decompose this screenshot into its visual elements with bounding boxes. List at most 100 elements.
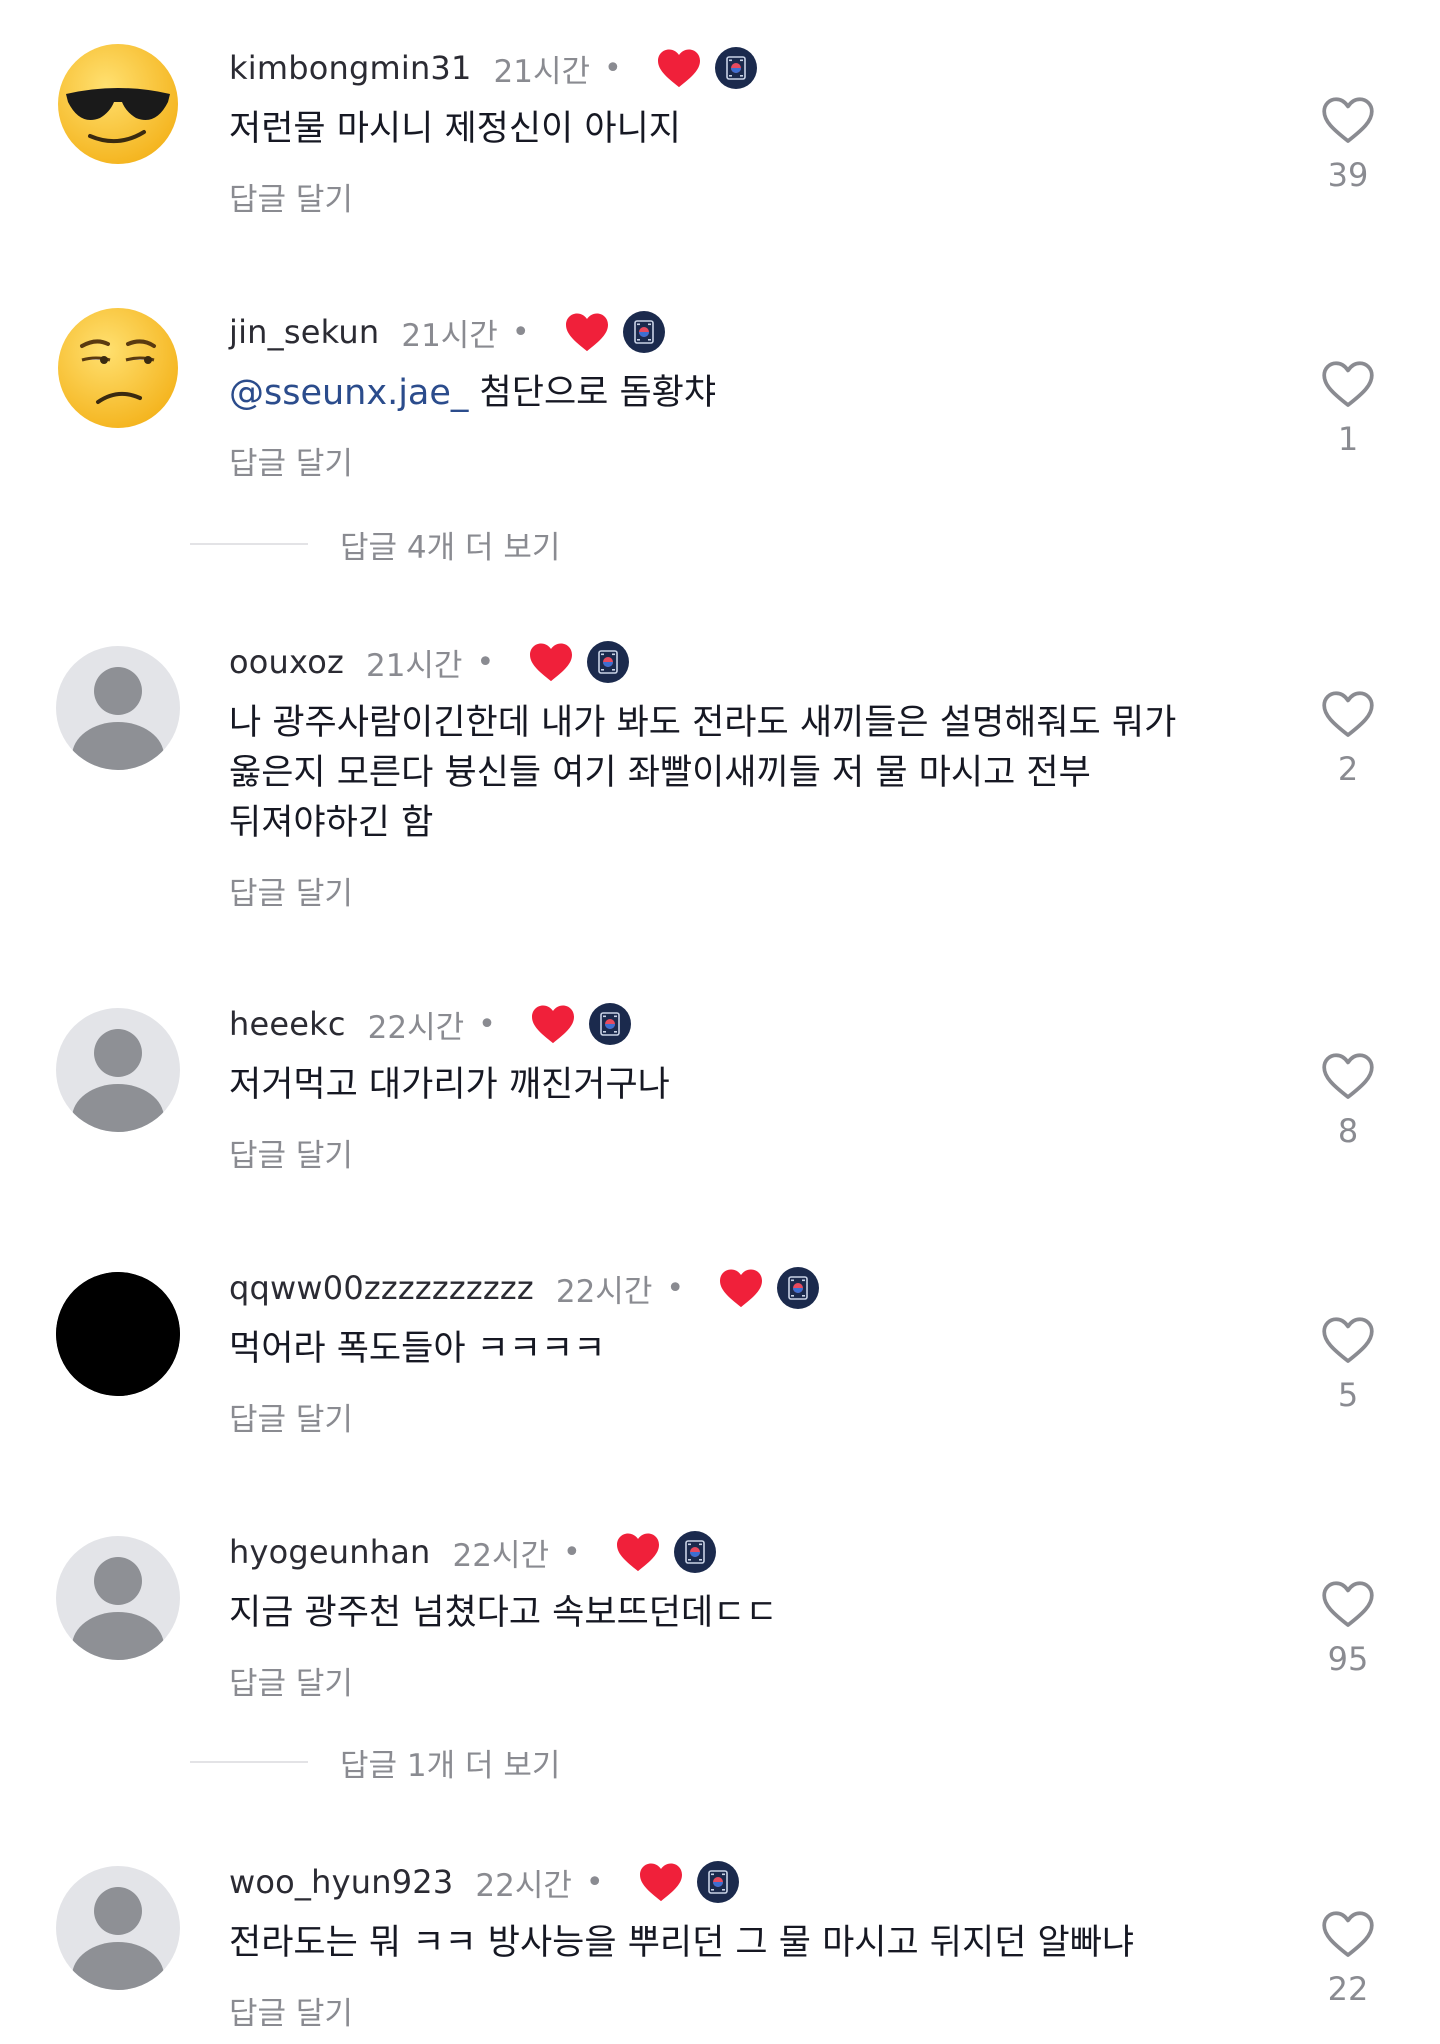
separator-dot: • [476, 644, 495, 680]
like-count: 95 [1327, 1640, 1369, 1678]
default-avatar [56, 1866, 180, 1990]
sunglasses-emoji-avatar [58, 44, 178, 164]
username[interactable]: oouxoz [229, 643, 344, 681]
default-avatar [56, 646, 180, 770]
like-button[interactable]: 8 [1300, 1050, 1396, 1150]
heart-icon [528, 641, 574, 683]
reply-button[interactable]: 답글 달기 [229, 1658, 353, 1703]
heart-icon [718, 1267, 764, 1309]
reply-button[interactable]: 답글 달기 [229, 1130, 353, 1175]
like-count: 5 [1337, 1376, 1359, 1414]
comment-meta: hyogeunhan 22시간 • [229, 1526, 717, 1578]
comment-text-line: 옳은지 모른다 븅신들 여기 좌빨이새끼들 저 물 마시고 전부 [229, 753, 1091, 793]
timestamp: 22시간 [367, 1009, 465, 1046]
avatar[interactable] [56, 1866, 180, 1990]
comment-text-line: 뒤져야하긴 함 [229, 803, 434, 843]
comment-text: 저런물 마시니 제정신이 아니지 [229, 109, 681, 149]
like-count: 2 [1337, 750, 1359, 788]
badge-icon [696, 1860, 740, 1904]
heart-outline-icon[interactable] [1320, 1050, 1376, 1102]
heart-icon [615, 1531, 661, 1573]
avatar[interactable] [56, 646, 180, 770]
username[interactable]: kimbongmin31 [229, 49, 472, 87]
avatar[interactable] [56, 1536, 180, 1660]
username[interactable]: hyogeunhan [229, 1533, 431, 1571]
avatar[interactable] [56, 1008, 180, 1132]
comment-text: @sseunx.jae_ 첨단으로 돔황챠 [229, 368, 1229, 418]
comment-meta: jin_sekun 21시간 • [229, 306, 666, 358]
like-button[interactable]: 5 [1300, 1314, 1396, 1414]
separator-dot: • [511, 314, 530, 350]
username[interactable]: heeekc [229, 1005, 346, 1043]
avatar[interactable] [56, 42, 180, 166]
reply-button[interactable]: 답글 달기 [229, 174, 353, 219]
like-count: 39 [1327, 156, 1369, 194]
timestamp: 21시간 [365, 647, 463, 684]
heart-icon [564, 311, 610, 353]
comment-text: 나 광주사람이긴한데 내가 봐도 전라도 새끼들은 설명해줘도 뭐가 옳은지 모… [229, 698, 1229, 848]
heart-icon [530, 1003, 576, 1045]
black-avatar [56, 1272, 180, 1396]
separator-dot: • [604, 50, 622, 86]
comment-text: 전라도는 뭐 ㅋㅋ 방사능을 뿌리던 그 물 마시고 뒤지던 알빠냐 [229, 1923, 1135, 1963]
comment-meta: heeekc 22시간 • [229, 998, 632, 1050]
comment-text-body: 첨단으로 돔황챠 [468, 373, 717, 413]
timestamp: 22시간 [475, 1867, 572, 1904]
like-button[interactable]: 22 [1300, 1908, 1396, 2008]
like-button[interactable]: 39 [1300, 94, 1396, 194]
avatar[interactable] [56, 306, 180, 430]
separator-dot: • [478, 1006, 496, 1042]
heart-icon [638, 1861, 684, 1903]
reply-button[interactable]: 답글 달기 [229, 868, 353, 913]
heart-outline-icon[interactable] [1320, 688, 1376, 740]
badge-icon [714, 46, 758, 90]
comment-text-line: 나 광주사람이긴한데 내가 봐도 전라도 새끼들은 설명해줘도 뭐가 [229, 703, 1177, 743]
reply-button[interactable]: 답글 달기 [229, 1988, 353, 2033]
view-more-replies[interactable]: 답글 1개 더 보기 [190, 1740, 560, 1785]
badge-icon [622, 310, 666, 354]
like-button[interactable]: 95 [1300, 1578, 1396, 1678]
view-more-replies[interactable]: 답글 4개 더 보기 [190, 522, 560, 567]
divider [190, 1761, 308, 1763]
separator-dot: • [585, 1864, 604, 1900]
username[interactable]: qqww00zzzzzzzzzz [229, 1269, 534, 1307]
timestamp: 22시간 [452, 1537, 550, 1574]
heart-outline-icon[interactable] [1320, 1908, 1376, 1960]
comment-meta: qqww00zzzzzzzzzz 22시간 • [229, 1262, 820, 1314]
mention-link[interactable]: @sseunx.jae_ [229, 373, 468, 413]
divider [190, 543, 308, 545]
comment-text: 먹어라 폭도들아 ㅋㅋㅋㅋ [229, 1329, 606, 1369]
reply-button[interactable]: 답글 달기 [229, 438, 353, 483]
default-avatar [56, 1536, 180, 1660]
unamused-emoji-avatar [58, 308, 178, 428]
timestamp: 21시간 [493, 53, 591, 90]
timestamp: 21시간 [401, 317, 498, 354]
heart-outline-icon[interactable] [1320, 358, 1376, 410]
like-button[interactable]: 2 [1300, 688, 1396, 788]
comment-meta: oouxoz 21시간 • [229, 636, 630, 688]
comment-meta: woo_hyun923 22시간 • [229, 1856, 740, 1908]
like-count: 1 [1337, 420, 1359, 458]
like-button[interactable]: 1 [1300, 358, 1396, 458]
separator-dot: • [666, 1270, 685, 1306]
badge-icon [586, 640, 630, 684]
badge-icon [588, 1002, 632, 1046]
badge-icon [673, 1530, 717, 1574]
heart-icon [656, 47, 702, 89]
view-more-replies-label[interactable]: 답글 4개 더 보기 [340, 522, 560, 567]
heart-outline-icon[interactable] [1320, 94, 1376, 146]
timestamp: 22시간 [555, 1273, 653, 1310]
avatar[interactable] [56, 1272, 180, 1396]
comment-text: 지금 광주천 넘쳤다고 속보뜨던데ㄷㄷ [229, 1593, 778, 1633]
badge-icon [776, 1266, 820, 1310]
view-more-replies-label[interactable]: 답글 1개 더 보기 [340, 1740, 560, 1785]
reply-button[interactable]: 답글 달기 [229, 1394, 353, 1439]
username[interactable]: woo_hyun923 [229, 1863, 453, 1901]
heart-outline-icon[interactable] [1320, 1314, 1376, 1366]
username[interactable]: jin_sekun [229, 313, 379, 351]
like-count: 22 [1327, 1970, 1369, 2008]
like-count: 8 [1337, 1112, 1359, 1150]
heart-outline-icon[interactable] [1320, 1578, 1376, 1630]
default-avatar [56, 1008, 180, 1132]
comment-text: 저거먹고 대가리가 깨진거구나 [229, 1065, 670, 1105]
